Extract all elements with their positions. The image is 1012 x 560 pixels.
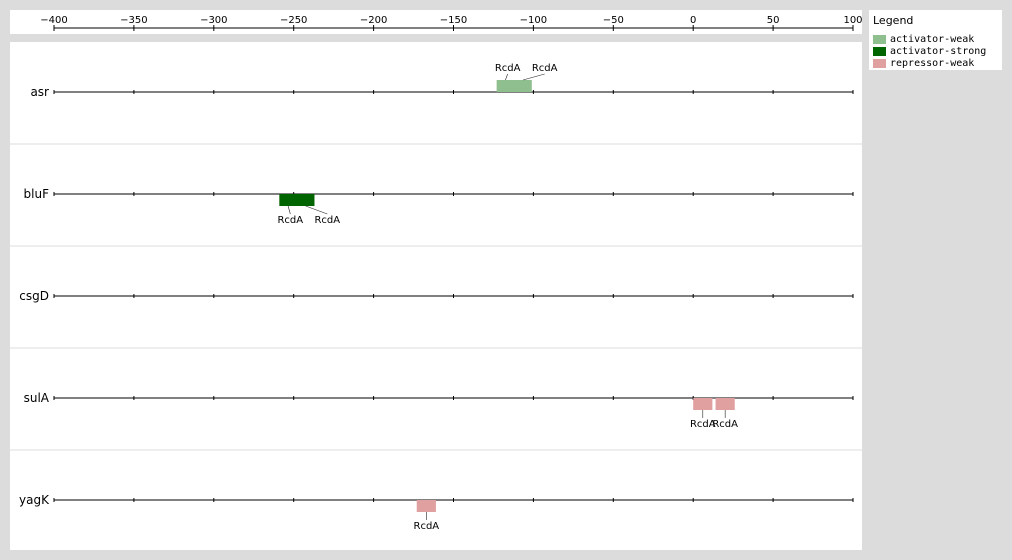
legend-title: Legend	[873, 14, 914, 27]
axis-tick-label: 0	[690, 15, 696, 26]
site-label-leader	[305, 205, 328, 215]
axis-tick-label: −250	[280, 15, 307, 26]
gene-name: sulA	[24, 391, 50, 405]
binding-site[interactable]	[416, 500, 436, 512]
gene-name: yagK	[19, 493, 50, 507]
site-label: RcdA	[532, 63, 558, 74]
site-label: RcdA	[414, 521, 440, 532]
binding-site[interactable]	[693, 398, 713, 410]
legend-item-activator-strong: activator-strong	[873, 45, 986, 57]
axis-tick-label: −100	[520, 15, 547, 26]
site-label: RcdA	[495, 63, 521, 74]
legend-label: activator-weak	[890, 33, 975, 45]
position-axis: −400 −350 −300 −250 −200 −150 −100 −50 0 50 100	[40, 15, 863, 31]
axis-tick-label: −300	[200, 15, 227, 26]
gene-name: bluF	[24, 187, 50, 201]
site-label: RcdA	[712, 419, 738, 430]
legend-label: activator-strong	[890, 45, 987, 57]
binding-site[interactable]	[496, 80, 532, 92]
legend-swatch	[873, 46, 886, 56]
gene-name: asr	[30, 85, 49, 99]
axis-tick-label: −50	[603, 15, 624, 26]
axis-panel: −400 −350 −300 −250 −200 −150 −100 −50 0 50 100	[10, 10, 863, 34]
axis-tick-label: 50	[767, 15, 780, 26]
axis-tick-label: −350	[120, 15, 147, 26]
axis-tick-label: −150	[440, 15, 467, 26]
tracks-panel: asr RcdA RcdA bluF RcdA RcdA csgD sulA RcdA RcdA y…	[10, 42, 862, 550]
site-label-leader	[505, 73, 508, 81]
site-label: RcdA	[277, 215, 303, 226]
legend: Legend activator-weak activator-strong r…	[869, 10, 1002, 70]
axis-tick-label: −200	[360, 15, 387, 26]
legend-item-activator-weak: activator-weak	[873, 33, 974, 45]
legend-swatch	[873, 58, 886, 68]
site-label-leader	[522, 73, 545, 81]
legend-swatch	[873, 34, 886, 44]
binding-site[interactable]	[715, 398, 735, 410]
site-label-leader	[287, 205, 291, 215]
axis-tick-label: −400	[40, 15, 67, 26]
legend-label: repressor-weak	[890, 57, 975, 69]
legend-item-repressor-weak: repressor-weak	[873, 57, 974, 69]
binding-site[interactable]	[279, 194, 315, 206]
axis-tick-label: 100	[843, 15, 862, 26]
gene-name: csgD	[19, 289, 49, 303]
gene-tracks: asr RcdA RcdA bluF RcdA RcdA csgD sulA RcdA RcdA y…	[10, 63, 862, 532]
site-label: RcdA	[314, 215, 340, 226]
